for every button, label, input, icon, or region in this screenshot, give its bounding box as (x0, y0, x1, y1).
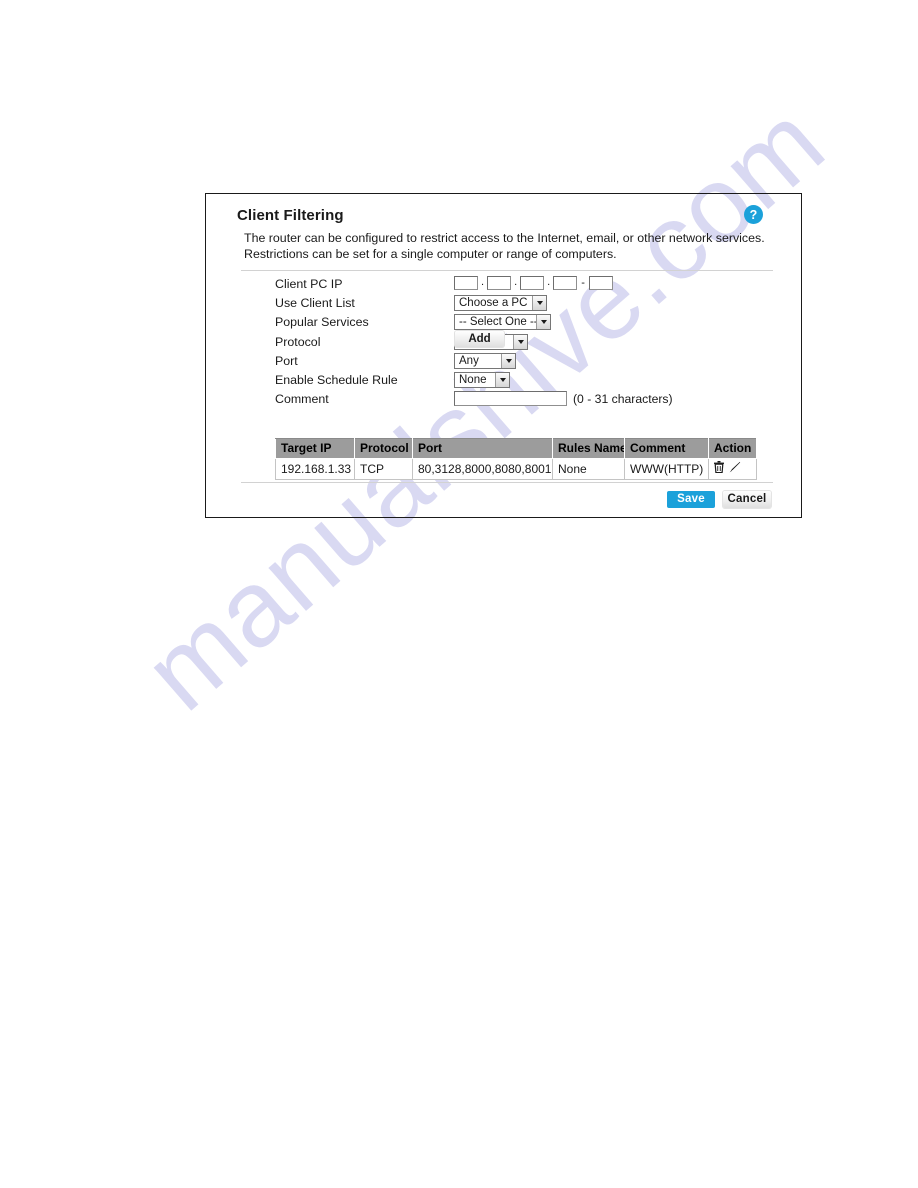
chevron-down-icon[interactable] (501, 353, 515, 368)
ip-separator-2: . (514, 276, 518, 288)
ip-octet-3-input[interactable] (520, 276, 545, 290)
add-button[interactable]: Add (455, 331, 504, 347)
column-header-target-ip: Target IP (275, 438, 355, 459)
label-comment: Comment (275, 392, 329, 407)
chevron-down-icon[interactable] (536, 315, 550, 330)
enable-schedule-rule-value: None (459, 373, 487, 386)
use-client-list-select[interactable]: Choose a PC (454, 295, 547, 312)
popular-services-select[interactable]: -- Select One -- (454, 314, 551, 331)
cell-target-ip: 192.168.1.33 (275, 458, 355, 480)
ip-separator-3: . (547, 276, 551, 288)
svg-text:?: ? (750, 208, 758, 222)
form-row-port: Port Any (206, 352, 801, 373)
chevron-down-icon[interactable] (513, 334, 527, 349)
chevron-down-icon[interactable] (495, 372, 509, 387)
chevron-down-icon[interactable] (532, 296, 546, 311)
label-client-pc-ip: Client PC IP (275, 277, 343, 291)
filter-rules-table: Target IP Protocol Port Rules Name Comme… (275, 438, 757, 480)
table-header-row: Target IP Protocol Port Rules Name Comme… (275, 438, 757, 459)
top-divider (241, 270, 773, 271)
client-pc-ip-group: . . . - (454, 276, 613, 290)
panel-description: The router can be configured to restrict… (244, 231, 774, 262)
form-row-enable-schedule-rule: Enable Schedule Rule None (206, 371, 801, 392)
column-header-port: Port (412, 438, 553, 459)
cell-port: 80,3128,8000,8080,8001 (412, 458, 553, 480)
cell-action (708, 458, 757, 480)
ip-octet-2-input[interactable] (487, 276, 512, 290)
label-use-client-list: Use Client List (275, 296, 355, 311)
ip-separator-1: . (481, 276, 485, 288)
client-filtering-panel: Client Filtering ? The router can be con… (205, 193, 802, 518)
enable-schedule-rule-select[interactable]: None (454, 371, 510, 388)
cell-comment: WWW(HTTP) (624, 458, 709, 480)
form-row-comment: Comment (0 - 31 characters) (206, 391, 801, 411)
column-header-action: Action (708, 438, 757, 459)
column-header-protocol: Protocol (354, 438, 413, 459)
label-popular-services: Popular Services (275, 315, 369, 330)
cancel-button[interactable]: Cancel (723, 491, 771, 508)
port-value: Any (459, 354, 479, 367)
page-title: Client Filtering (237, 207, 344, 224)
bottom-divider (241, 482, 773, 483)
footer-buttons: Save Cancel (667, 491, 771, 508)
comment-input[interactable] (454, 391, 567, 407)
page-watermark: manualshive.com (0, 0, 918, 1188)
comment-hint: (0 - 31 characters) (573, 391, 673, 406)
form-row-client-pc-ip: Client PC IP . . . - (206, 276, 801, 296)
ip-range-end-input[interactable] (588, 276, 613, 290)
cell-protocol: TCP (354, 458, 413, 480)
ip-octet-1-input[interactable] (454, 276, 478, 290)
ip-octet-4-input[interactable] (553, 276, 578, 290)
label-protocol: Protocol (275, 334, 321, 349)
column-header-rules-name: Rules Name (552, 438, 625, 459)
form-row-use-client-list: Use Client List Choose a PC (206, 295, 801, 315)
help-circle-icon[interactable]: ? (744, 205, 763, 224)
ip-range-dash: - (581, 276, 585, 289)
delete-icon[interactable] (714, 461, 724, 476)
table-row: 192.168.1.33 TCP 80,3128,8000,8080,8001 … (275, 458, 757, 480)
column-header-comment: Comment (624, 438, 709, 459)
port-select[interactable]: Any (454, 352, 516, 369)
popular-services-value: -- Select One -- (459, 316, 538, 329)
label-port: Port (275, 353, 298, 368)
edit-icon[interactable] (729, 461, 741, 476)
cell-rules-name: None (552, 458, 625, 480)
use-client-list-value: Choose a PC (459, 297, 528, 310)
save-button[interactable]: Save (667, 491, 715, 508)
label-enable-schedule-rule: Enable Schedule Rule (275, 372, 398, 387)
description-line-2: Restrictions can be set for a single com… (244, 246, 617, 261)
description-line-1: The router can be configured to restrict… (244, 231, 765, 245)
